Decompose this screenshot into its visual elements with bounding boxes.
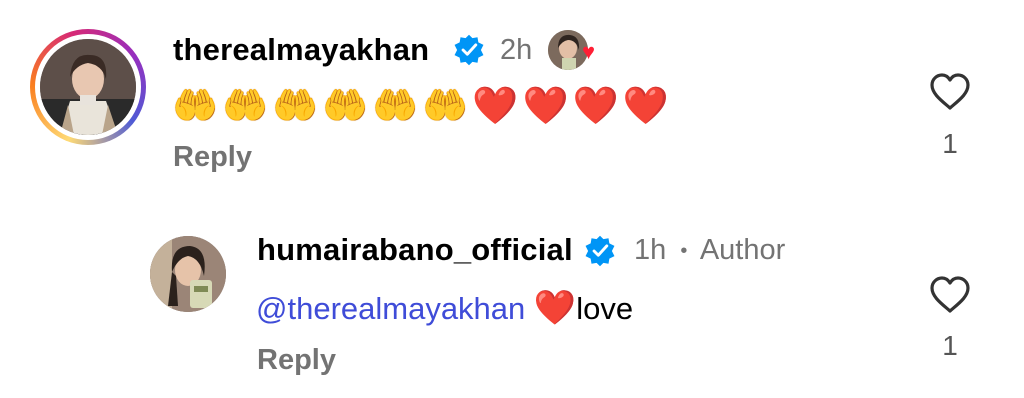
comment-username[interactable]: humairabano_official (257, 232, 573, 268)
reply-button[interactable]: Reply (257, 343, 336, 377)
comment-time: 2h (500, 34, 533, 66)
avatar[interactable] (40, 39, 136, 135)
story-ring[interactable] (30, 29, 146, 145)
reply-button[interactable]: Reply (173, 140, 252, 174)
comment-text: @therealmayakhan ❤️love (256, 288, 633, 329)
verified-badge-icon (585, 235, 615, 267)
author-badge: Author (699, 234, 786, 266)
hearts-emoji: ❤️❤️❤️❤️ (472, 84, 673, 127)
like-count: 1 (942, 128, 958, 159)
comment-body: love (576, 291, 634, 326)
avatar[interactable] (150, 236, 226, 312)
meta-separator: • (680, 240, 688, 263)
mention-link[interactable]: @therealmayakhan (256, 291, 525, 326)
comment-time: 1h • Author (634, 232, 785, 269)
hands-emoji: 🤲🤲🤲🤲🤲🤲 (172, 84, 473, 127)
heart-outline-icon[interactable] (928, 275, 972, 315)
reaction-heart-icon: ♥ (582, 39, 596, 64)
heart-emoji: ❤️ (533, 288, 577, 328)
verified-badge-icon (454, 34, 484, 66)
heart-outline-icon[interactable] (928, 72, 972, 112)
comment-text: 🤲🤲🤲🤲🤲🤲❤️❤️❤️❤️ (172, 84, 673, 128)
comment-username[interactable]: therealmayakhan (173, 32, 429, 68)
comment: therealmayakhan 2h ♥ 🤲🤲🤲🤲🤲🤲❤️❤️❤️❤️ Repl… (0, 0, 1024, 200)
reply-comment: humairabano_official 1h • Author @therea… (0, 200, 1024, 398)
like-count: 1 (942, 330, 958, 361)
comment-time-text: 1h (634, 234, 667, 266)
